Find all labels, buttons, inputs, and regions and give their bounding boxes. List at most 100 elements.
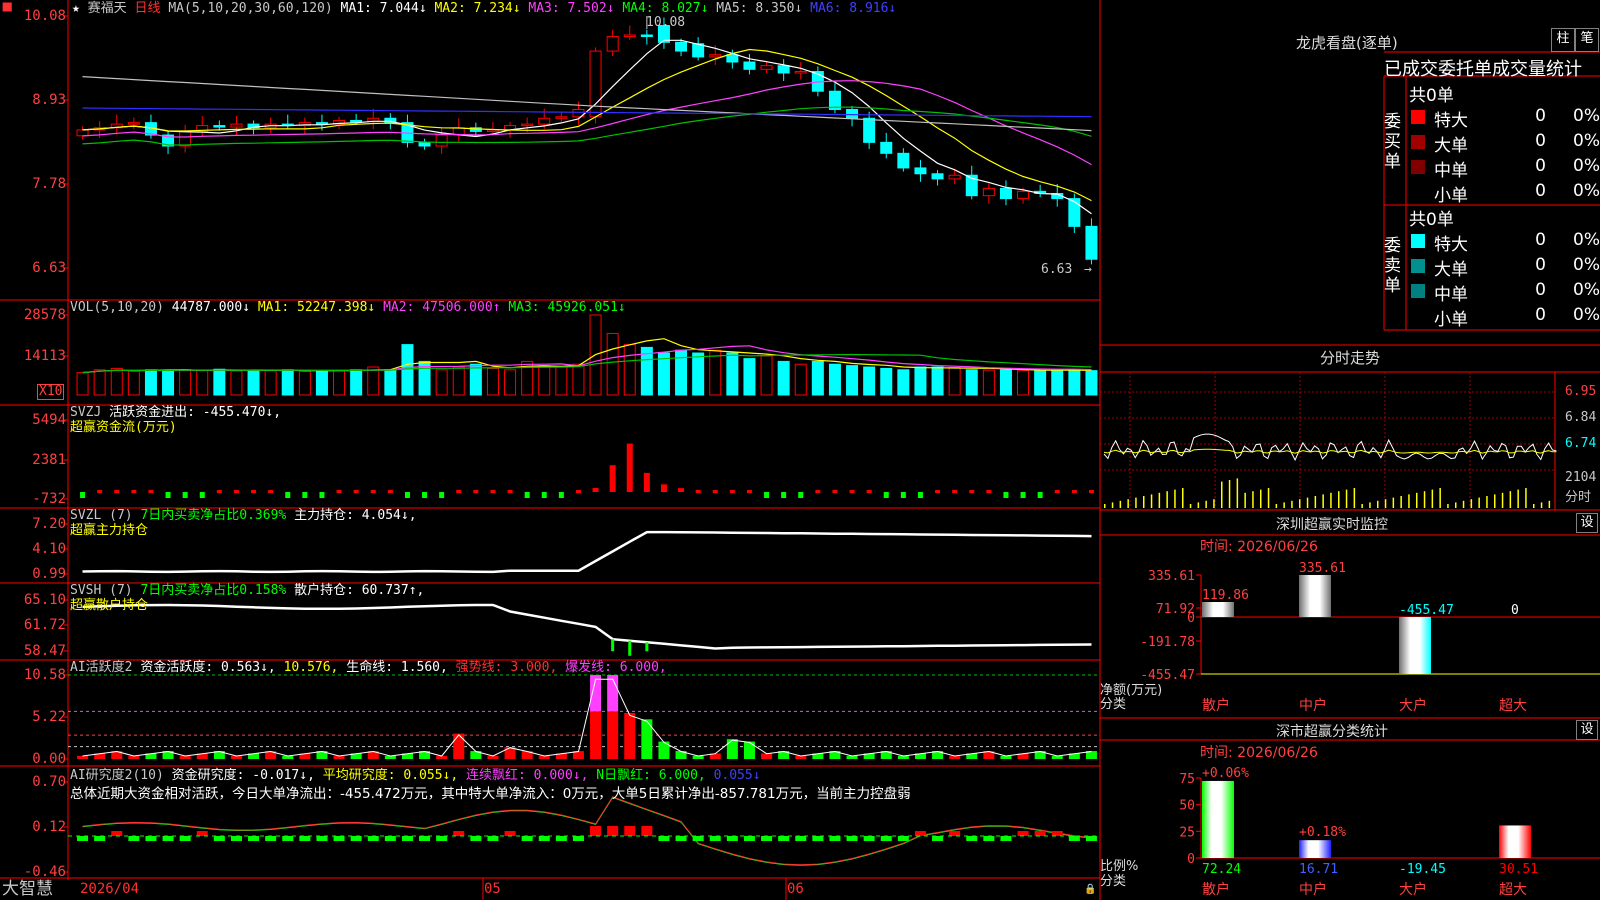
sell-row-pct: 0% [1573,280,1600,300]
fund-flow-bar [1020,492,1026,498]
svzj-axis-label: 5494 [32,412,66,428]
buy-row-pct: 0% [1573,131,1600,151]
classify-category-label: 大户 [1399,881,1427,898]
intraday-volume-bar [1439,488,1441,508]
intraday-volume-bar [1174,489,1176,508]
research-bar [812,836,824,841]
volume-bar [144,369,157,396]
fund-flow-bar [507,490,513,493]
ai-research-name: AI研究度2(10) [70,768,164,783]
intraday-axis-label: 6.74 [1565,436,1597,451]
intraday-axis-label: 6.84 [1565,410,1597,425]
brand-logo[interactable]: 大智慧 [2,879,53,899]
stock-name: 赛福天 [87,1,127,16]
fund-flow-bar [490,490,496,493]
ai-research-red: 连续飘红: 0.000↓, [466,768,589,783]
volume-bar [230,370,243,396]
volume-bar [247,369,260,396]
fund-flow-bar [900,492,906,498]
intraday-tab-label[interactable]: 分时 [1565,486,1591,505]
lock-icon[interactable]: 🔒 [1084,883,1096,897]
research-bar [966,836,978,841]
ai-research-value: 资金研究度: -0.017↓, [171,768,315,783]
volume-bar [213,368,226,396]
research-bar [521,836,533,841]
intraday-volume-bar [1533,504,1535,508]
vol-ma2: MA2: 47506.000↑ [383,300,501,315]
ai-active-value2: 10.576, [283,660,339,675]
candle-down [418,141,431,147]
fund-flow-bar [575,490,581,493]
sell-row-pct: 0% [1573,230,1600,250]
volume-bar [692,352,705,396]
monitor-category-label: 散户 [1202,697,1230,714]
intraday-volume-bar [1127,499,1129,508]
monitor-x-label: 分类 [1100,697,1127,712]
volume-bar [828,363,841,396]
high-price-label: 10.08 [646,15,686,30]
classify-x-label: 分类 [1100,874,1127,889]
classify-category-label: 超大 [1499,882,1527,898]
intraday-volume-bar [1400,496,1402,508]
fund-flow-bar [541,492,547,498]
candle-down [1068,198,1081,227]
intraday-volume-bar [1252,491,1254,508]
fund-flow-bar [251,490,257,493]
sell-total: 共0单 [1409,210,1454,230]
fund-flow-bar [883,492,889,498]
buy-total: 共0单 [1409,86,1454,106]
fund-flow-bar [148,490,154,493]
volume-bar [572,363,585,396]
main-holding-line [82,530,1092,574]
classify-bottom-label: 16.71 [1299,862,1338,877]
main-panel-header: ★ 赛福天 日线 MA(5,10,20,30,60,120) MA1: 7.04… [72,2,896,16]
candle-up [555,116,568,119]
volume-bar [452,366,465,396]
intraday-volume-bar [1369,502,1371,508]
candle-down [743,61,756,70]
intraday-volume-bar [1517,489,1519,508]
retail-flow-tick [628,640,632,656]
fund-flow-bar [199,492,205,498]
intraday-volume-bar [1267,488,1270,508]
ai-research-last: 0.055↓ [713,768,761,783]
monitor-value-label: 119.86 [1202,588,1249,603]
classify-settings-button[interactable]: 设 [1576,720,1598,740]
fund-flow-bar [131,490,137,493]
fund-flow-bar [336,490,342,493]
intraday-volume-bar [1182,488,1184,508]
classify-title: 深市超赢分类统计 [1276,724,1388,740]
ai-active-axis-label: 0.00 [32,751,66,767]
price-axis-label: 8.93 [32,92,66,108]
low-price-label: 6.63 [1041,262,1073,277]
tick-mode-button[interactable]: 笔 [1575,28,1599,52]
monitor-settings-button[interactable]: 设 [1576,513,1598,533]
volume-bar [914,366,927,396]
research-bar [1017,831,1029,836]
bar-mode-button[interactable]: 柱 [1551,28,1575,52]
candle-down [675,41,688,52]
intraday-volume-bar [1135,497,1137,508]
period-label[interactable]: 日线 [135,1,161,16]
intraday-volume-bar [1408,494,1410,508]
intraday-volume-bar [1283,502,1285,508]
volume-bar [1085,370,1098,396]
intraday-volume-bar [1455,502,1457,508]
svzj-subtitle: 超赢资金流(万元) [70,420,177,435]
research-bar [880,836,892,841]
intraday-volume-bar [1143,496,1145,508]
intraday-volume-bar [1392,497,1395,508]
star-icon[interactable]: ★ [72,1,80,16]
candle-down [897,152,910,169]
price-axis-label: 7.78 [32,176,66,192]
fund-flow-bar [678,488,685,492]
volume-bar [350,369,363,396]
candle-down [726,54,739,63]
monitor-value-label: 335.61 [1299,561,1346,576]
volume-bar [555,366,568,396]
intraday-volume-bar [1275,504,1278,508]
research-line [82,796,1092,866]
fund-flow-bar [456,490,462,493]
classify-top-label: +0.18% [1299,825,1346,840]
intraday-volume-bar [1150,494,1153,508]
